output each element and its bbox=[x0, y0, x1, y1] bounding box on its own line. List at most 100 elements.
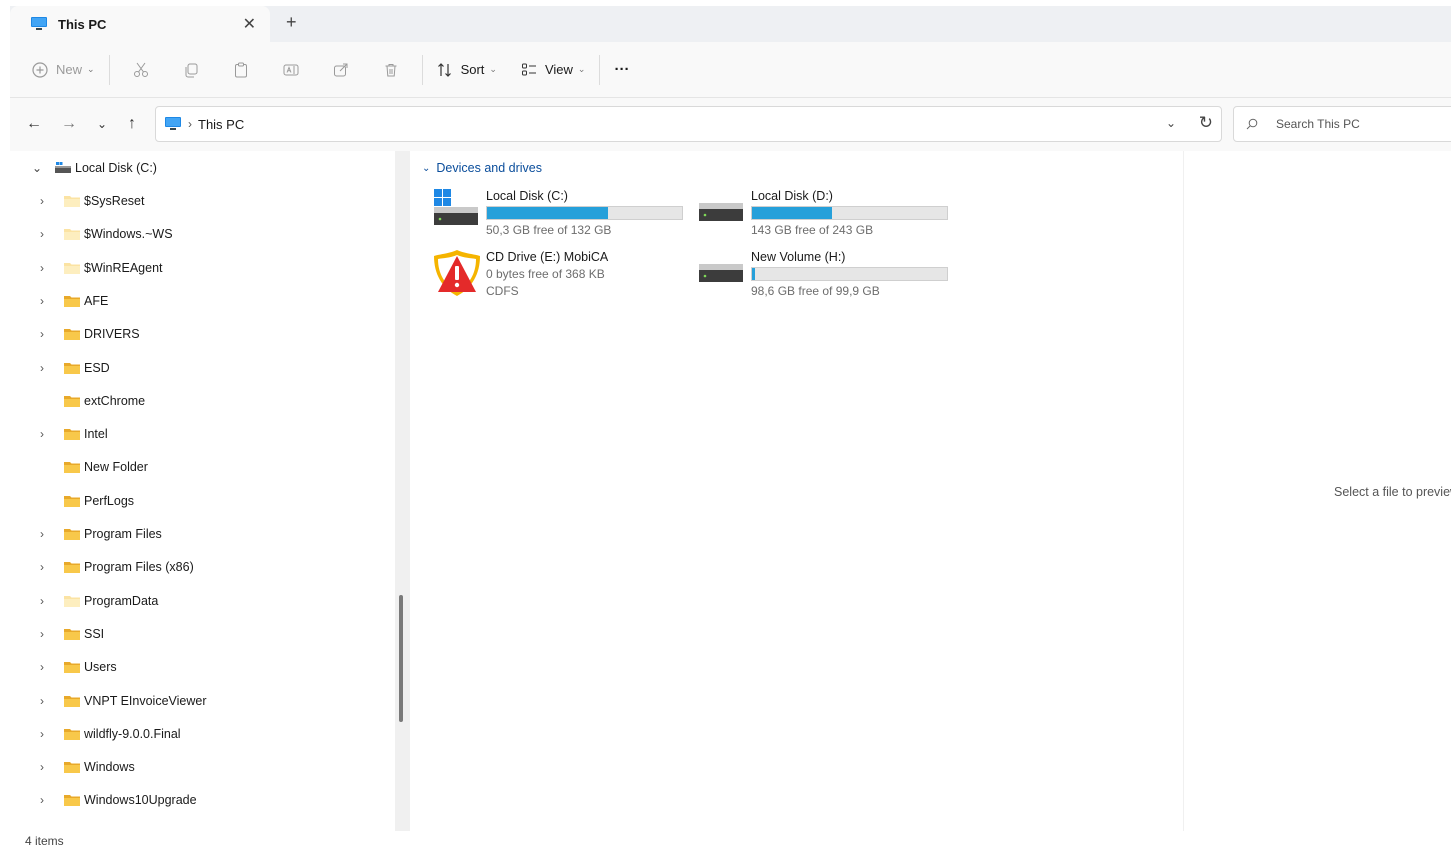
nav-folder-label: wildfly-9.0.0.Final bbox=[84, 726, 181, 741]
nav-folder-item[interactable]: › ESD bbox=[0, 353, 400, 383]
preview-pane: Select a file to preview bbox=[1183, 151, 1451, 831]
drive-tile-d[interactable]: Local Disk (D:) 143 GB free of 243 GB bbox=[697, 187, 957, 243]
more-icon: ··· bbox=[614, 61, 630, 78]
drive-free-space: 143 GB free of 243 GB bbox=[751, 223, 874, 237]
address-row: ← → ⌄ ↑ › This PC ⌄ ↻ Search This PC bbox=[10, 98, 1451, 151]
search-input[interactable]: Search This PC bbox=[1233, 106, 1451, 142]
close-tab-icon[interactable]: ✕ bbox=[243, 14, 256, 34]
nav-folder-item[interactable]: › Program Files (x86) bbox=[0, 552, 400, 582]
folder-icon bbox=[64, 795, 80, 807]
drive-usage-fill bbox=[752, 268, 755, 280]
drive-filesystem: CDFS bbox=[486, 284, 519, 298]
folder-icon bbox=[64, 529, 80, 540]
rename-button[interactable] bbox=[275, 54, 307, 86]
chevron-right-icon[interactable]: › bbox=[40, 361, 44, 375]
nav-item-local-disk-c[interactable]: ⌄ Local Disk (C:) bbox=[0, 153, 400, 183]
trash-icon bbox=[385, 63, 397, 76]
nav-folder-item[interactable]: › Windows bbox=[0, 752, 400, 782]
up-button[interactable]: ↑ bbox=[120, 112, 144, 136]
chevron-right-icon[interactable]: › bbox=[40, 694, 44, 708]
address-dropdown-button[interactable]: ⌄ bbox=[1166, 116, 1176, 130]
drive-tile-c[interactable]: Local Disk (C:) 50,3 GB free of 132 GB bbox=[432, 187, 692, 243]
nav-folder-item[interactable]: › VNPT EInvoiceViewer bbox=[0, 686, 400, 716]
new-button[interactable]: New ⌄ bbox=[24, 54, 103, 86]
paste-button[interactable] bbox=[225, 54, 257, 86]
chevron-right-icon[interactable]: › bbox=[40, 627, 44, 641]
new-tab-button[interactable]: + bbox=[286, 12, 297, 33]
chevron-right-icon[interactable]: › bbox=[40, 594, 44, 608]
nav-folder-label: SSI bbox=[84, 626, 105, 641]
folder-icon bbox=[64, 628, 80, 640]
breadcrumb-this-pc[interactable]: This PC bbox=[198, 117, 244, 132]
hard-drive-icon bbox=[699, 264, 743, 282]
chevron-right-icon[interactable]: › bbox=[40, 760, 44, 774]
chevron-right-icon[interactable]: › bbox=[40, 261, 44, 275]
nav-folder-label: Windows bbox=[84, 760, 135, 775]
nav-folder-item[interactable]: New Folder bbox=[0, 452, 400, 482]
folder-icon bbox=[64, 329, 80, 341]
search-placeholder: Search This PC bbox=[1276, 117, 1360, 131]
chevron-right-icon[interactable]: › bbox=[40, 527, 44, 541]
nav-folder-item[interactable]: › AFE bbox=[0, 286, 400, 316]
view-button[interactable]: View ⌄ bbox=[513, 54, 594, 86]
share-button[interactable] bbox=[325, 54, 357, 86]
chevron-down-icon: ⌄ bbox=[87, 64, 95, 74]
nav-folder-item[interactable]: › DRIVERS bbox=[0, 319, 400, 349]
chevron-right-icon[interactable]: › bbox=[40, 560, 44, 574]
drive-tile-h[interactable]: New Volume (H:) 98,6 GB free of 99,9 GB bbox=[697, 248, 957, 304]
toolbar-divider bbox=[421, 54, 423, 85]
drive-tile-e[interactable]: CD Drive (E:) MobiCA 0 bytes free of 368… bbox=[432, 248, 692, 304]
clipboard-icon bbox=[234, 62, 247, 77]
recent-locations-button[interactable]: ⌄ bbox=[90, 112, 114, 136]
chevron-right-icon[interactable]: › bbox=[40, 227, 44, 241]
sort-button[interactable]: Sort ⌄ bbox=[429, 54, 505, 86]
nav-folder-label: Intel bbox=[84, 427, 108, 442]
view-label: View bbox=[544, 62, 573, 77]
chevron-right-icon[interactable]: › bbox=[40, 660, 44, 674]
scrollbar-track[interactable] bbox=[395, 151, 410, 831]
copy-button[interactable] bbox=[175, 54, 207, 86]
chevron-right-icon[interactable]: › bbox=[40, 727, 44, 741]
nav-folder-item[interactable]: PerfLogs bbox=[0, 486, 400, 516]
nav-folder-label: Users bbox=[84, 660, 117, 675]
nav-folder-item[interactable]: extChrome bbox=[0, 386, 400, 416]
chevron-right-icon[interactable]: › bbox=[40, 793, 44, 807]
nav-folder-label: DRIVERS bbox=[84, 327, 140, 342]
drive-usage-bar bbox=[486, 206, 683, 220]
chevron-right-icon[interactable]: › bbox=[40, 194, 44, 208]
forward-button[interactable]: → bbox=[57, 112, 81, 136]
cut-button[interactable] bbox=[125, 54, 157, 86]
chevron-right-icon[interactable]: › bbox=[40, 327, 44, 341]
tab-this-pc[interactable]: This PC ✕ bbox=[10, 6, 270, 42]
delete-button[interactable] bbox=[375, 54, 407, 86]
nav-root-label: Local Disk (C:) bbox=[75, 161, 157, 175]
nav-folder-item[interactable]: › wildfly-9.0.0.Final bbox=[0, 719, 400, 749]
nav-folder-item[interactable]: › Windows10Upgrade bbox=[0, 785, 400, 815]
nav-folder-item[interactable]: › Intel bbox=[0, 419, 400, 449]
nav-folder-item[interactable]: › $WinREAgent bbox=[0, 253, 400, 283]
nav-folder-item[interactable]: › Program Files bbox=[0, 519, 400, 549]
nav-folder-label: Windows10Upgrade bbox=[84, 793, 197, 808]
nav-folder-label: Program Files (x86) bbox=[84, 560, 194, 575]
chevron-down-icon[interactable]: ⌄ bbox=[32, 161, 42, 175]
nav-folder-item[interactable]: › SSI bbox=[0, 619, 400, 649]
folder-icon bbox=[64, 362, 80, 374]
nav-folder-item[interactable]: › ProgramData bbox=[0, 586, 400, 616]
nav-folder-item[interactable]: › $Windows.~WS bbox=[0, 219, 400, 249]
nav-folder-item[interactable]: › Users bbox=[0, 652, 400, 682]
refresh-button[interactable]: ↻ bbox=[1199, 113, 1213, 133]
scrollbar-thumb[interactable] bbox=[399, 595, 403, 722]
group-header-devices-and-drives[interactable]: ⌄ Devices and drives bbox=[422, 161, 542, 175]
address-bar[interactable]: › This PC ⌄ ↻ bbox=[155, 106, 1222, 142]
folder-icon bbox=[64, 562, 80, 574]
chevron-right-icon[interactable]: › bbox=[40, 294, 44, 308]
drive-usage-bar bbox=[751, 206, 948, 220]
back-button[interactable]: ← bbox=[22, 112, 46, 136]
drive-usage-bar bbox=[751, 267, 948, 281]
see-more-button[interactable]: ··· bbox=[606, 54, 637, 86]
nav-folder-label: New Folder bbox=[84, 460, 148, 475]
command-bar: New ⌄ Sort ⌄ View ⌄ ··· bbox=[10, 42, 1451, 98]
nav-folder-item[interactable]: › $SysReset bbox=[0, 186, 400, 216]
chevron-right-icon[interactable]: › bbox=[40, 427, 44, 441]
sort-label: Sort bbox=[460, 62, 485, 77]
